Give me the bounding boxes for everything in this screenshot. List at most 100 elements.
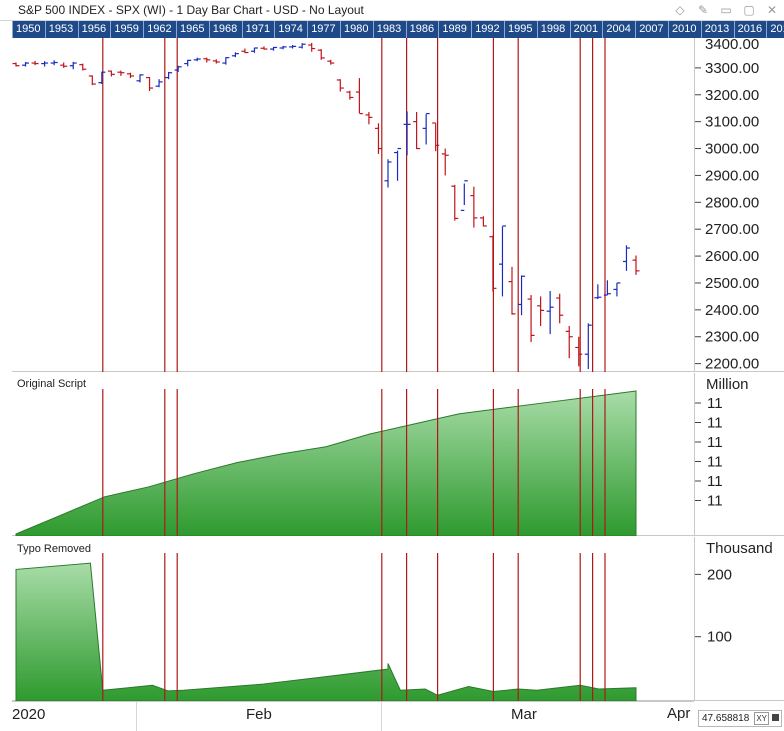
typo-removed-label: Typo Removed [17,543,91,555]
year-tab-2004[interactable]: 2004 [602,21,631,38]
year-tab-1971[interactable]: 1971 [241,21,270,38]
year-tab-1974[interactable]: 1974 [274,21,303,38]
year-tab-2016[interactable]: 2016 [733,21,762,38]
ohlc-bar [622,245,630,271]
axis-tick-label: 11 [707,415,723,432]
year-tab-2007[interactable]: 2007 [635,21,664,38]
year-tab-1968[interactable]: 1968 [208,21,237,38]
price-axis[interactable]: 3300.00 3200.00 3100.00 3000.00 2900.00 2800.… [694,36,784,373]
ohlc-bar [489,235,497,292]
cursor-readout[interactable]: 47.658818 XY [698,710,782,727]
ohlc-bar [146,76,154,92]
x-tick-2020: 2020 [12,706,46,723]
ohlc-bar [365,111,373,125]
original-script-unit: Million [706,376,749,393]
original-script-axis[interactable]: 11 11 11 11 11 11 [694,373,784,536]
ohlc-bar [613,282,621,297]
axis-tick-label: 200 [707,566,732,583]
ohlc-bar [117,70,125,76]
year-tab-1998[interactable]: 1998 [536,21,565,38]
year-tab-2013[interactable]: 2013 [700,21,729,38]
ohlc-bar [41,61,49,67]
year-tab-1962[interactable]: 1962 [143,21,172,38]
lock-icon[interactable] [772,714,779,721]
ohlc-bar [594,284,602,300]
price-tick-label: 3300.00 [705,60,759,77]
year-tab-1992[interactable]: 1992 [471,21,500,38]
price-tick-label: 3200.00 [705,87,759,104]
original-script-axis-svg: 11 11 11 11 11 11 [695,395,723,510]
year-tab-1950[interactable]: 1950 [12,21,40,38]
year-tab-1956[interactable]: 1956 [77,21,106,38]
ohlc-bar [12,62,20,67]
year-tab-2010[interactable]: 2010 [668,21,696,38]
close-icon[interactable]: ✕ [764,2,780,18]
year-tab-2001[interactable]: 2001 [569,21,598,38]
ohlc-bar [336,79,344,92]
ohlc-bar [155,79,163,88]
diamond-icon[interactable]: ◇ [672,2,688,18]
ohlc-bar [403,111,411,156]
minimize-icon[interactable]: ▭ [718,2,734,18]
cursor-value: 47.658818 [702,713,750,724]
year-tab-1989[interactable]: 1989 [438,21,467,38]
price-axis-svg: 3300.00 3200.00 3100.00 3000.00 2900.00 2800.… [695,36,759,373]
maximize-icon[interactable]: ▢ [741,2,757,18]
x-month-separator [136,702,137,731]
ohlc-bar [556,293,564,324]
year-tab-1986[interactable]: 1986 [405,21,434,38]
ohlc-bar [270,46,278,51]
date-axis[interactable]: 2020 Feb Mar [12,701,694,731]
ohlc-bar [346,90,354,100]
ohlc-bar [374,123,382,154]
price-tick-label: 2900.00 [705,167,759,184]
year-scroller[interactable]: 1950 1953 1956 1959 1962 1965 1968 1971 1974 1977… [12,21,784,38]
year-tab-1953[interactable]: 1953 [44,21,73,38]
year-tab-201[interactable]: 201 [766,21,784,38]
ohlc-bar [498,225,506,297]
ohlc-bar [69,61,77,70]
x-tick-apr: Apr [667,705,691,722]
year-tab-1983[interactable]: 1983 [372,21,401,38]
year-tab-1995[interactable]: 1995 [504,21,532,38]
ohlc-bar [355,78,363,115]
ohlc-bar [212,59,220,64]
year-tab-1965[interactable]: 1965 [176,21,204,38]
ohlc-bar [546,291,554,335]
area-series [15,390,637,537]
ohlc-bar [575,336,583,367]
ohlc-bar [31,60,39,66]
ohlc-bar [231,52,239,58]
ohlc-bar [250,47,258,53]
typo-removed-axis[interactable]: 200 100 [694,537,784,701]
ohlc-bar [451,184,459,221]
ohlc-bar [22,61,30,67]
window-titlebar: S&P 500 INDEX - SPX (WI) - 1 Day Bar Cha… [0,0,784,21]
ohlc-bar [136,74,144,83]
price-tick-label: 2300.00 [705,329,759,346]
price-panel[interactable] [12,38,694,372]
window-controls: ◇ ✎ ▭ ▢ ✕ [672,2,780,18]
ohlc-bar [527,295,535,343]
price-tick-label-partial: 3400.00 [705,38,759,53]
price-tick-label: 2200.00 [705,356,759,372]
ohlc-bar [50,60,58,66]
ohlc-bar [308,42,316,52]
axis-tick-label: 11 [707,473,723,490]
ohlc-bar [327,59,335,65]
original-script-panel[interactable]: Original Script [12,373,694,537]
ohlc-bar [174,65,182,72]
ohlc-bar [184,59,192,67]
xy-mode-button[interactable]: XY [754,712,769,725]
year-tab-1959[interactable]: 1959 [110,21,139,38]
year-tab-1977[interactable]: 1977 [307,21,336,38]
pin-icon[interactable]: ✎ [695,2,711,18]
ohlc-bar [241,48,249,54]
ohlc-bar [126,72,134,79]
ohlc-bar [384,159,392,188]
typo-removed-panel[interactable]: Typo Removed [12,537,694,702]
axis-tick-label: 11 [707,395,723,412]
price-tick-label: 3100.00 [705,114,759,131]
ohlc-bar [632,255,640,275]
year-tab-1980[interactable]: 1980 [340,21,368,38]
